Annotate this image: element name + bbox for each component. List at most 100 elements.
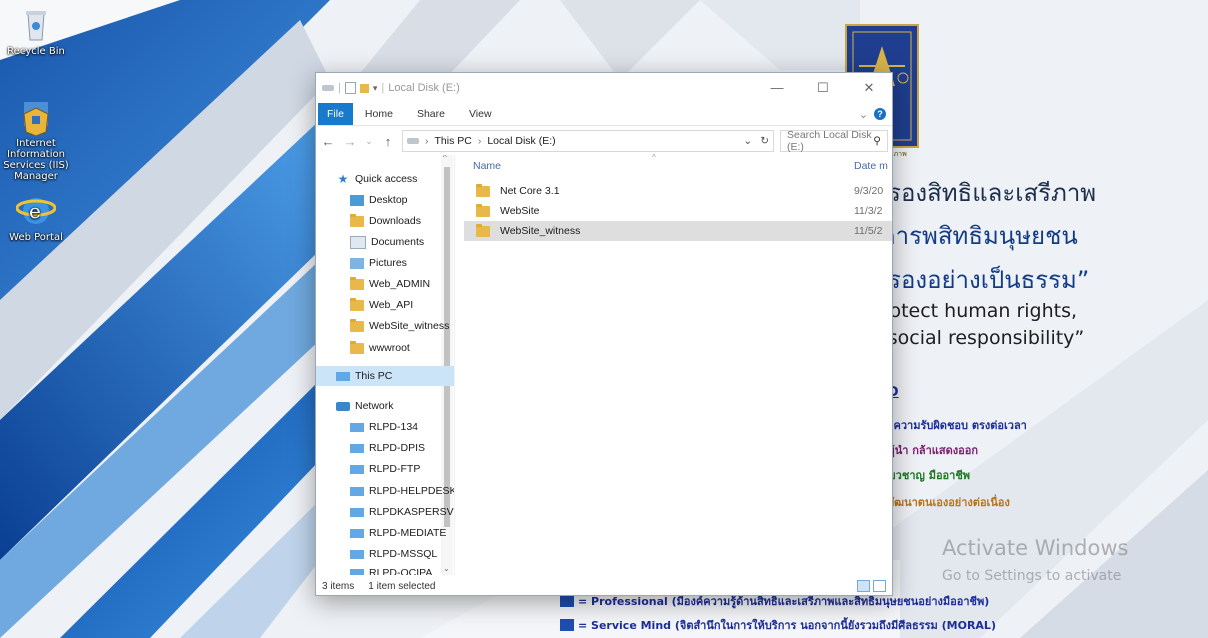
nav-item-web-api[interactable]: Web_API bbox=[316, 295, 454, 315]
nav-item-rlpd-mssql[interactable]: RLPD-MSSQL bbox=[316, 544, 454, 564]
drive-icon bbox=[322, 85, 334, 91]
details-view-icon[interactable] bbox=[857, 580, 870, 592]
recent-locations-chevron-icon[interactable]: ⌄ bbox=[364, 136, 374, 147]
poster-thai-line-3: ครองอย่างเป็นธรรม” bbox=[872, 266, 1090, 294]
file-date: 9/3/20 bbox=[854, 185, 884, 197]
tab-share[interactable]: Share bbox=[405, 103, 457, 125]
forward-arrow-icon[interactable]: → bbox=[342, 134, 358, 149]
nav-item-pictures[interactable]: Pictures✦ bbox=[316, 253, 454, 273]
file-date: 11/5/2 bbox=[854, 225, 883, 237]
tab-view[interactable]: View bbox=[457, 103, 504, 125]
close-button[interactable]: ✕ bbox=[846, 80, 892, 96]
nav-item-rlpd-134[interactable]: RLPD-134 bbox=[316, 417, 454, 437]
folder-icon bbox=[350, 297, 364, 311]
maximize-button[interactable]: ☐ bbox=[800, 80, 846, 96]
iis-manager-label: Internet Information Services (IIS) Mana… bbox=[3, 138, 69, 182]
nav-item-rlpdkaspersv[interactable]: RLPDKASPERSV bbox=[316, 502, 454, 522]
poster-bottom-line-1-text: = Professional (มีองค์ความรู้ด้านสิทธิแล… bbox=[578, 595, 990, 608]
navigation-bar: ← → ⌄ ↑ › This PC › Local Disk (E:) ⌄ ↻ … bbox=[316, 126, 892, 156]
web-portal-shortcut[interactable]: e Web Portal bbox=[0, 192, 72, 243]
nav-item-rlpd-ftp[interactable]: RLPD-FTP bbox=[316, 459, 454, 479]
search-placeholder: Search Local Disk (E:) bbox=[787, 129, 872, 153]
recycle-bin-label: Recycle Bin bbox=[7, 46, 65, 57]
item-count: 3 items bbox=[322, 580, 355, 592]
navigation-pane: ^ ⌄ ★Quick access Desktop✦ Downloads✦ Do… bbox=[316, 155, 455, 575]
nav-item-label: Quick access bbox=[355, 173, 418, 185]
desktop-icon bbox=[350, 194, 364, 206]
poster-bottom-line-2: = Service Mind (จิตสำนึกในการให้บริการ น… bbox=[560, 616, 996, 634]
computer-icon bbox=[350, 464, 364, 474]
nav-item-wwwroot[interactable]: wwwroot bbox=[316, 338, 454, 358]
nav-item-rlpd-helpdesk[interactable]: RLPD-HELPDESK bbox=[316, 481, 454, 501]
nav-item-rlpd-mediate[interactable]: RLPD-MEDIATE bbox=[316, 523, 454, 543]
iis-manager-shortcut[interactable]: Internet Information Services (IIS) Mana… bbox=[0, 98, 72, 182]
computer-icon bbox=[350, 507, 364, 517]
breadcrumb-this-pc[interactable]: This PC bbox=[435, 135, 472, 147]
large-icons-view-icon[interactable] bbox=[873, 580, 886, 592]
address-dropdown-icon[interactable]: ⌄ bbox=[743, 135, 752, 147]
nav-item-downloads[interactable]: Downloads✦ bbox=[316, 211, 454, 231]
documents-icon bbox=[350, 235, 366, 249]
explorer-body: ^ ⌄ ★Quick access Desktop✦ Downloads✦ Do… bbox=[316, 153, 892, 575]
poster-bottom-line-2-text: = Service Mind (จิตสำนึกในการให้บริการ น… bbox=[578, 619, 996, 632]
recycle-bin-shortcut[interactable]: Recycle Bin bbox=[0, 6, 72, 57]
selection-count: 1 item selected bbox=[368, 580, 436, 592]
file-name: Net Core 3.1 bbox=[500, 185, 560, 197]
title-bar[interactable]: | ▾ | Local Disk (E:) — ☐ ✕ bbox=[316, 73, 892, 103]
nav-item-desktop[interactable]: Desktop✦ bbox=[316, 190, 454, 210]
nav-item-network[interactable]: Network bbox=[316, 396, 454, 416]
network-icon bbox=[336, 401, 350, 411]
file-name: WebSite_witness bbox=[500, 225, 581, 237]
nav-item-documents[interactable]: Documents✦ bbox=[316, 232, 454, 252]
nav-item-this-pc[interactable]: This PC bbox=[316, 366, 454, 386]
search-box[interactable]: Search Local Disk (E:) ⚲ bbox=[780, 129, 888, 153]
nav-item-label: Documents bbox=[371, 236, 425, 248]
address-bar[interactable]: › This PC › Local Disk (E:) ⌄ ↻ bbox=[402, 130, 774, 152]
star-icon: ★ bbox=[337, 171, 349, 186]
nav-item-quick-access[interactable]: ★ Quick access bbox=[316, 169, 454, 189]
file-name: WebSite bbox=[500, 205, 540, 217]
back-arrow-icon[interactable]: ← bbox=[320, 134, 336, 149]
new-folder-icon[interactable] bbox=[359, 83, 369, 93]
nav-item-rlpd-dpis[interactable]: RLPD-DPIS bbox=[316, 438, 454, 458]
breadcrumb-local-disk[interactable]: Local Disk (E:) bbox=[487, 135, 555, 147]
nav-item-label: Web_ADMIN bbox=[369, 278, 431, 290]
nav-item-label: Network bbox=[355, 400, 394, 412]
up-arrow-icon[interactable]: ↑ bbox=[380, 134, 396, 149]
folder-icon bbox=[350, 276, 364, 290]
file-row-website-witness[interactable]: WebSite_witness 11/5/2 bbox=[464, 221, 892, 241]
expand-ribbon-icon[interactable]: ⌄ bbox=[859, 108, 868, 121]
computer-icon bbox=[350, 568, 364, 575]
file-row-net-core[interactable]: Net Core 3.1 9/3/20 bbox=[464, 181, 892, 201]
nav-item-label: RLPD-MEDIATE bbox=[369, 527, 447, 539]
activate-windows-title: Activate Windows bbox=[942, 536, 1129, 560]
refresh-icon[interactable]: ↻ bbox=[760, 135, 769, 147]
customize-toolbar-icon[interactable]: ▾ bbox=[373, 83, 378, 94]
file-row-website[interactable]: WebSite 11/3/2 bbox=[464, 201, 892, 221]
nav-item-label: Desktop bbox=[369, 194, 408, 206]
tab-file[interactable]: File bbox=[318, 103, 353, 125]
file-date: 11/3/2 bbox=[854, 205, 883, 217]
computer-icon bbox=[350, 443, 364, 453]
nav-item-website-witness[interactable]: WebSite_witness bbox=[316, 316, 454, 336]
file-explorer-window: | ▾ | Local Disk (E:) — ☐ ✕ File Home Sh… bbox=[315, 72, 893, 596]
properties-icon[interactable] bbox=[344, 82, 356, 94]
nav-item-web-admin[interactable]: Web_ADMIN bbox=[316, 274, 454, 294]
folder-icon bbox=[476, 223, 490, 237]
iis-manager-icon bbox=[16, 98, 56, 137]
column-header-name[interactable]: Name bbox=[473, 160, 501, 172]
pictures-icon bbox=[350, 257, 364, 269]
folder-icon bbox=[350, 318, 364, 332]
tab-home[interactable]: Home bbox=[353, 103, 405, 125]
nav-item-label: RLPD-OCIPA bbox=[369, 567, 433, 575]
svg-text:e: e bbox=[29, 199, 41, 223]
scroll-up-icon[interactable]: ^ bbox=[443, 155, 447, 162]
minimize-button[interactable]: — bbox=[754, 80, 800, 96]
nav-item-rlpd-ocipa[interactable]: RLPD-OCIPA bbox=[316, 563, 454, 575]
folder-icon bbox=[476, 203, 490, 217]
nav-item-label: RLPD-FTP bbox=[369, 463, 421, 475]
nav-item-label: wwwroot bbox=[369, 342, 410, 354]
help-icon[interactable]: ? bbox=[874, 108, 886, 120]
nav-item-label: RLPD-134 bbox=[369, 421, 419, 433]
column-header-date[interactable]: Date m bbox=[854, 160, 888, 172]
